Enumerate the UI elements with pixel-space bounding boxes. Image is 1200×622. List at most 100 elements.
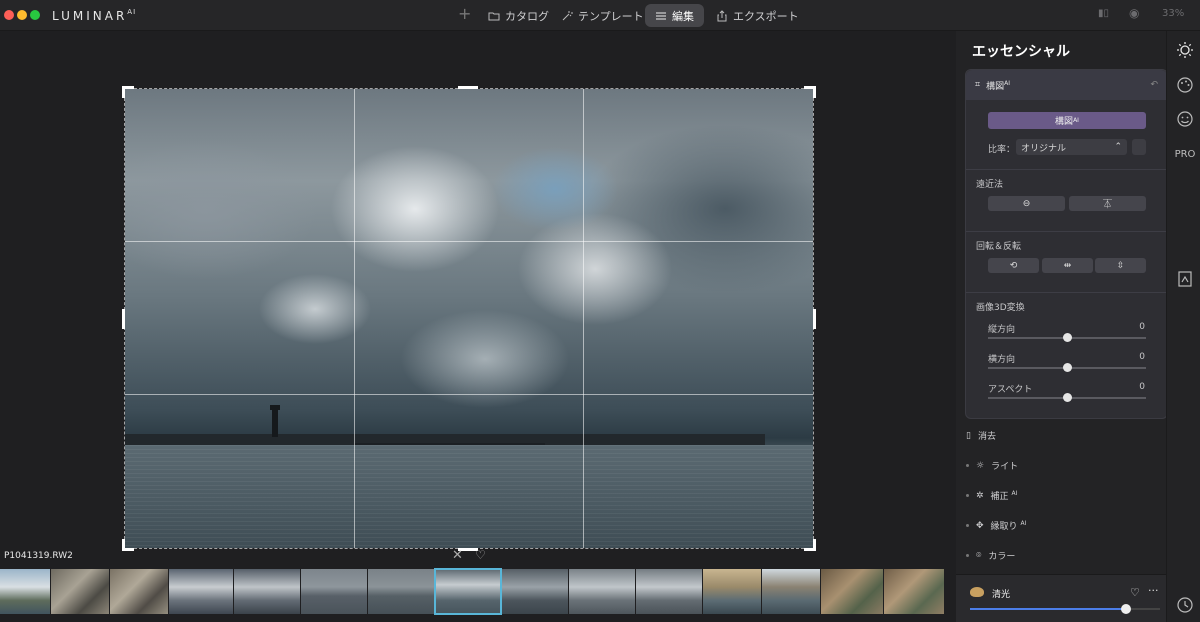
compose-ai-button[interactable]: 構図 AI [988, 112, 1146, 129]
thumbnail[interactable] [821, 569, 883, 614]
crop-handle-bottom-right[interactable] [813, 539, 816, 551]
transform-3d-label: 画像3D変換 [976, 303, 1025, 313]
photo-preview[interactable] [125, 89, 813, 548]
magic-wand-icon [562, 10, 573, 20]
flip-vertical-button[interactable]: ⇳ [1095, 258, 1146, 273]
tool-light[interactable]: ☼ ライト [966, 459, 1018, 472]
add-photos-button[interactable]: + [458, 4, 471, 23]
slider-aspect-label: アスペクト [988, 385, 1033, 395]
maximize-window-button[interactable] [30, 10, 40, 20]
rotate-flip-label: 回転＆反転 [976, 242, 1022, 252]
tool-enhance[interactable]: ✲ 補正 AI [966, 489, 1017, 502]
crop-tool-header[interactable]: ⌗ 構図AI ↶ [966, 70, 1167, 100]
thumbnail[interactable] [703, 569, 761, 614]
erase-icon: ▯ [966, 430, 971, 441]
ratio-select[interactable]: オリジナル ⌃ [1016, 139, 1127, 155]
tab-edit[interactable]: 編集 [645, 4, 704, 27]
tool-color[interactable]: ⌾ カラー [966, 549, 1015, 562]
slider-aspect-knob[interactable] [1063, 393, 1072, 402]
perspective-label: 遠近法 [976, 180, 1004, 190]
tool-structure[interactable]: ✥ 縁取り AI [966, 519, 1026, 532]
sliders-icon [656, 12, 666, 19]
eye-icon[interactable]: ◉ [1129, 6, 1139, 20]
preset-bar: 清光 ♡ ··· [956, 574, 1166, 622]
filmstrip [0, 568, 950, 616]
photo-lighthouse [272, 407, 278, 437]
preset-amount-knob[interactable] [1120, 604, 1131, 614]
slider-vertical-value: 0 [1139, 322, 1145, 332]
photo-sea [125, 445, 813, 548]
thumbnail[interactable] [569, 569, 635, 614]
folder-icon [488, 12, 500, 20]
thumbnail[interactable] [301, 569, 367, 614]
tool-light-label: ライト [991, 462, 1019, 472]
crop-handle-left[interactable] [122, 309, 125, 329]
image-filename: P1041319.RW2 [4, 551, 73, 561]
pro-tools-label[interactable]: PRO [1175, 145, 1196, 163]
tab-export-label: エクスポート [733, 9, 799, 23]
zoom-level[interactable]: 33% [1162, 8, 1184, 19]
crop-handle-top-left[interactable] [122, 86, 125, 98]
rotate-button[interactable]: ⟲ [988, 258, 1039, 273]
tool-color-label: カラー [988, 552, 1016, 562]
slider-vertical-knob[interactable] [1063, 333, 1072, 342]
thumbnail[interactable] [368, 569, 434, 614]
export-icon [717, 9, 727, 21]
canvas-area [0, 31, 956, 551]
tab-edit-label: 編集 [672, 9, 694, 23]
thumbnail[interactable] [169, 569, 233, 614]
crop-tool-card: ⌗ 構図AI ↶ 構図 AI 比率： オリジナル ⌃ 遠近法 ⊖ ⏄ 回転＆反転 ⟲… [965, 69, 1168, 419]
tab-catalog[interactable]: カタログ [478, 4, 559, 27]
tool-structure-label: 縁取り AI [990, 520, 1027, 532]
slider-vertical-label: 縦方向 [988, 325, 1016, 335]
crop-icon: ⌗ [975, 80, 981, 90]
sparkle-icon: ✲ [976, 490, 984, 501]
minimize-window-button[interactable] [17, 10, 27, 20]
more-icon[interactable]: ··· [1148, 584, 1159, 597]
crop-handle-top[interactable] [458, 86, 478, 89]
compare-icon[interactable]: ▮▯ [1098, 8, 1109, 19]
top-bar: LUMINARAI + カタログ テンプレート 編集 エクスポート ▮▯ ◉ 3… [0, 0, 1200, 31]
tab-catalog-label: カタログ [505, 9, 549, 23]
tab-export[interactable]: エクスポート [706, 4, 809, 27]
status-dot [966, 464, 969, 467]
slider-horizontal-knob[interactable] [1063, 363, 1072, 372]
favorite-icon[interactable]: ♡ [475, 548, 486, 562]
crop-grid-line [125, 241, 813, 242]
thumbnail[interactable] [884, 569, 944, 614]
perspective-horizontal-button[interactable]: ⊖ [988, 196, 1065, 211]
preset-amount-fill [970, 608, 1126, 610]
structure-icon: ✥ [976, 520, 984, 531]
tool-column: PRO [1166, 31, 1200, 622]
section-divider [966, 169, 1167, 170]
slider-aspect-value: 0 [1139, 382, 1145, 392]
history-clock-icon[interactable] [1176, 596, 1194, 614]
thumbnail[interactable] [762, 569, 820, 614]
reset-icon[interactable]: ↶ [1150, 80, 1158, 90]
thumbnail[interactable] [51, 569, 109, 614]
portrait-face-icon[interactable] [1176, 110, 1194, 128]
thumbnail[interactable] [0, 569, 50, 614]
crop-handle-bottom-left[interactable] [122, 539, 125, 551]
preset-thumbnail [970, 587, 984, 597]
reject-icon[interactable]: ✕ [452, 548, 463, 563]
thumbnail[interactable] [636, 569, 702, 614]
tool-erase[interactable]: ▯ 消去 [966, 429, 996, 443]
flip-horizontal-button[interactable]: ⇹ [1042, 258, 1093, 273]
crop-grid-line [583, 89, 584, 548]
crop-handle-top-right[interactable] [813, 86, 816, 98]
favorite-icon[interactable]: ♡ [1130, 586, 1140, 599]
orientation-toggle-icon[interactable] [1132, 139, 1146, 155]
crop-handle-right[interactable] [813, 309, 816, 329]
creative-palette-icon[interactable] [1176, 76, 1194, 94]
essentials-sun-icon[interactable] [1176, 41, 1194, 59]
thumbnail[interactable] [234, 569, 300, 614]
thumbnail[interactable] [110, 569, 168, 614]
thumbnail-selected[interactable] [434, 568, 502, 615]
perspective-vertical-button[interactable]: ⏄ [1069, 196, 1146, 211]
thumbnail[interactable] [502, 569, 568, 614]
layers-icon[interactable] [1176, 270, 1194, 288]
chevron-updown-icon: ⌃ [1114, 142, 1122, 152]
tab-template[interactable]: テンプレート [551, 4, 654, 27]
close-window-button[interactable] [4, 10, 14, 20]
